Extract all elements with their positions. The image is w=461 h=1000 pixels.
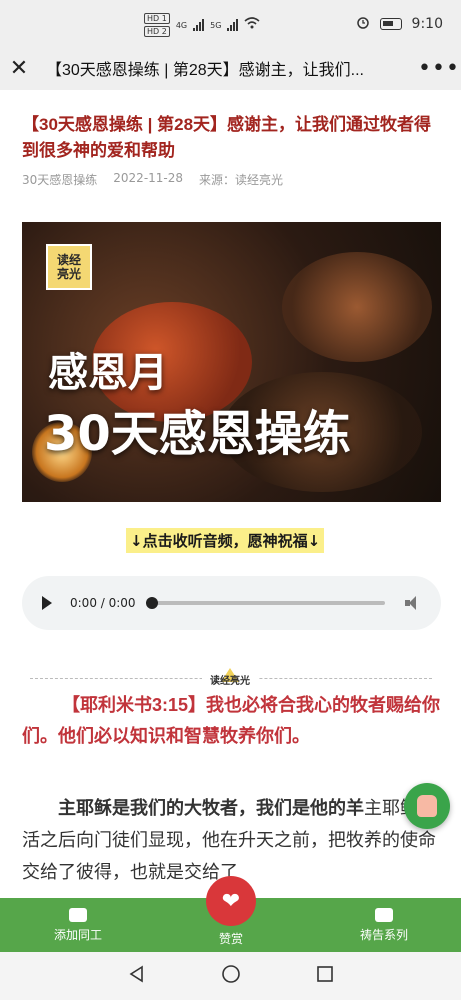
prayer-series-button[interactable]: 祷告系列 xyxy=(324,898,444,952)
audio-player[interactable]: 0:00 / 0:00 xyxy=(22,576,441,630)
network1-label: 4G xyxy=(175,20,188,30)
audio-hint: ↓点击收听音频，愿神祝福↓ xyxy=(126,528,325,553)
scripture-verse: 【耶利米书3:15】我也必将合我心的牧者赐给你们。他们必以知识和智慧牧养你们。 xyxy=(22,695,441,746)
cover-logo-line1: 读经 xyxy=(56,253,81,267)
audio-progress-thumb[interactable] xyxy=(145,597,158,609)
network2-label: 5G xyxy=(210,20,222,30)
recent-apps-icon[interactable] xyxy=(316,965,334,987)
system-nav-bar xyxy=(0,952,461,1000)
play-icon[interactable] xyxy=(42,596,52,610)
wifi-icon xyxy=(244,17,260,33)
heart-icon[interactable]: ❤ xyxy=(206,876,256,926)
author-link[interactable]: 30天感恩操练 xyxy=(22,171,97,188)
source-label: 来源：读经亮光 xyxy=(199,173,284,187)
cover-image: 读经 亮光 感恩月 30天感恩操练 xyxy=(22,222,441,502)
body-bold: 主耶稣是我们的大牧者，我们是他的羊 xyxy=(58,798,364,818)
wechat-icon xyxy=(69,907,87,922)
clock: 9:10 xyxy=(411,16,443,32)
audio-time: 0:00 / 0:00 xyxy=(70,596,136,610)
book-icon xyxy=(375,907,393,922)
nav-title: 【30天感恩操练 | 第28天】感谢主，让我们... xyxy=(46,62,364,79)
alarm-icon xyxy=(356,15,370,33)
cover-logo: 读经 亮光 xyxy=(46,244,92,290)
battery-icon xyxy=(379,18,402,30)
cover-heading-1: 感恩月 xyxy=(48,350,168,396)
signal-group: HD 1 HD 2 4G 5G xyxy=(144,13,260,37)
status-right: 9:10 xyxy=(356,15,443,33)
status-bar: HD 1 HD 2 4G 5G 9:10 xyxy=(0,0,461,46)
cover-logo-line2: 亮光 xyxy=(56,267,81,281)
hand-icon xyxy=(417,795,437,817)
close-icon[interactable]: ✕ xyxy=(0,56,38,81)
hd1-badge: HD 1 xyxy=(144,13,170,24)
hd2-badge: HD 2 xyxy=(144,26,170,37)
body-paragraph: 主耶稣是我们的大牧者，我们是他的羊主耶稣复活之后向门徒们显现，他在升天之前，把牧… xyxy=(22,792,442,888)
audio-progress-track[interactable] xyxy=(145,597,385,609)
divider-label: 读经亮光 xyxy=(210,676,250,687)
back-icon[interactable] xyxy=(128,965,146,987)
reward-label[interactable]: 赞赏 xyxy=(200,930,262,947)
cover-heading-2: 30天感恩操练 xyxy=(44,406,351,462)
add-coworker-button[interactable]: 添加同工 xyxy=(18,898,138,952)
signal2-icon xyxy=(227,19,239,31)
floating-hand-button[interactable] xyxy=(404,783,450,829)
volume-icon[interactable] xyxy=(405,596,421,610)
divider-logo: 读经亮光 xyxy=(202,668,258,687)
nav-bar: ✕ 【30天感恩操练 | 第28天】感谢主，让我们... ••• xyxy=(0,46,461,90)
prayer-series-label: 祷告系列 xyxy=(359,927,408,942)
more-icon[interactable]: ••• xyxy=(417,56,461,81)
signal1-icon xyxy=(193,19,205,31)
food-plate xyxy=(282,252,432,362)
publish-date: 2022-11-28 xyxy=(113,171,184,185)
article-meta: 30天感恩操练 2022-11-28 来源：读经亮光 xyxy=(22,171,283,188)
article-title: 【30天感恩操练 | 第28天】感谢主，让我们通过牧者得到很多神的爱和帮助 xyxy=(22,115,432,160)
add-coworker-label: 添加同工 xyxy=(53,927,102,942)
home-icon[interactable] xyxy=(221,964,241,988)
